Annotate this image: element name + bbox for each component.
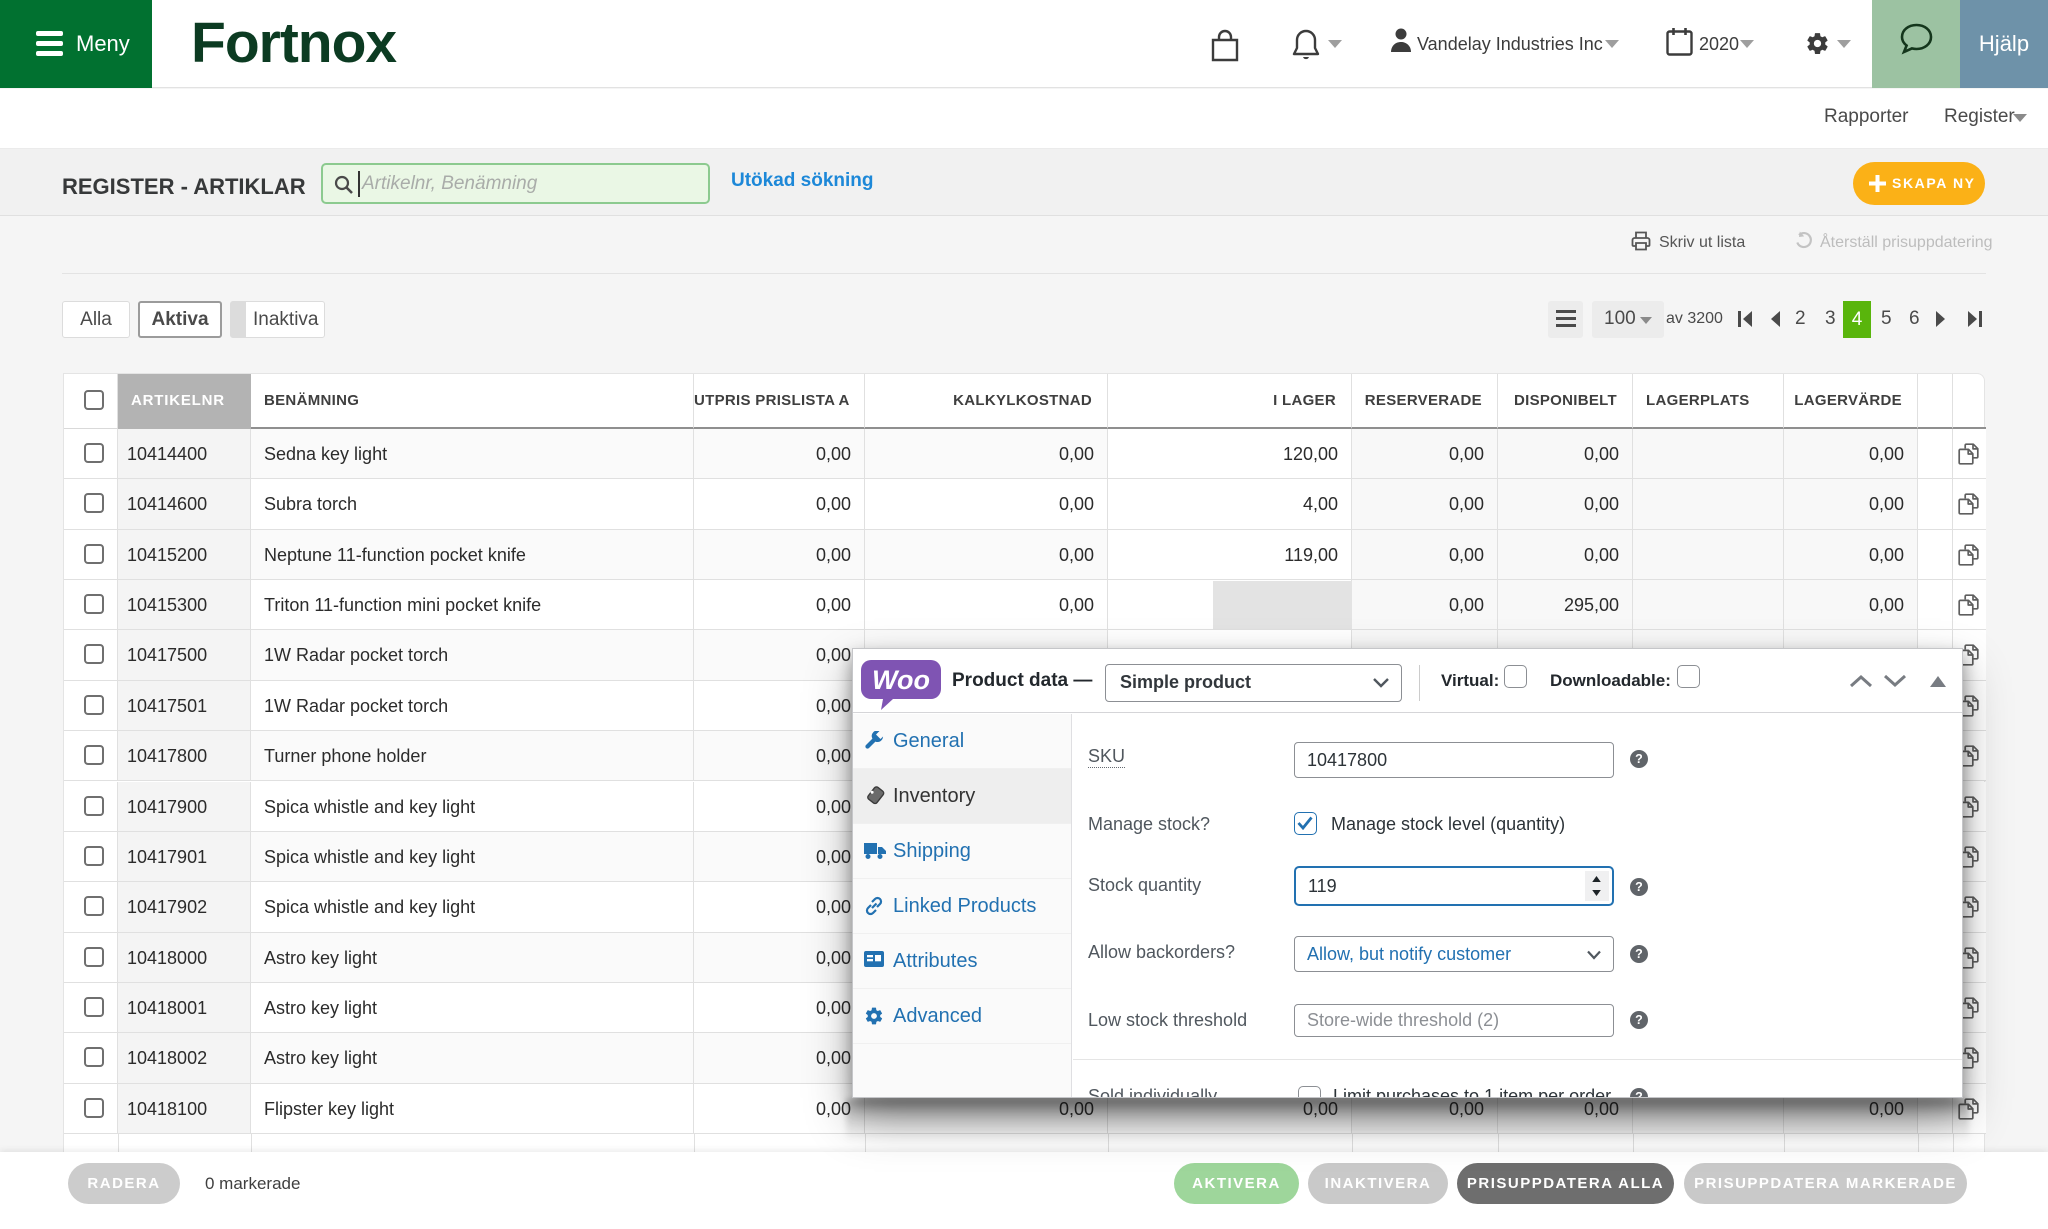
svg-text:Fortnox: Fortnox (191, 12, 397, 75)
svg-text:Woo: Woo (872, 665, 930, 695)
